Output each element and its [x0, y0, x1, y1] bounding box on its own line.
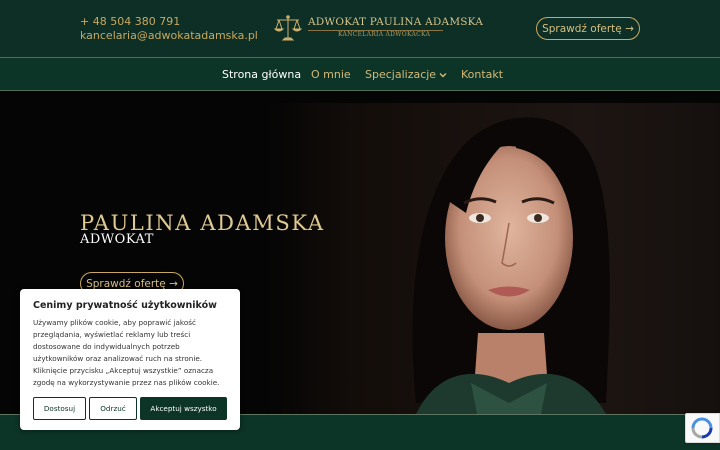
nav-item-specializations-label: Specjalizacje	[365, 68, 437, 81]
chevron-down-icon	[439, 73, 447, 78]
logo-title: ADWOKAT PAULINA ADAMSKA	[308, 16, 484, 28]
nav-item-home[interactable]: Strona główna	[222, 68, 301, 81]
site-logo[interactable]: ADWOKAT PAULINA ADAMSKA KANCELARIA ADWOK…	[272, 12, 483, 44]
main-navigation: Strona główna O mnie Specjalizacje Konta…	[0, 57, 720, 91]
portrait-illustration	[412, 117, 610, 414]
nav-item-specializations[interactable]: Specjalizacje	[365, 68, 447, 81]
logo-subtitle: KANCELARIA ADWOKACKA	[338, 31, 431, 38]
top-header: + 48 504 380 791 kancelaria@adwokatadams…	[0, 0, 720, 57]
cookie-reject-button[interactable]: Odrzuć	[89, 397, 137, 420]
lawyer-portrait-photo	[266, 103, 720, 414]
cookie-consent-dialog: Cenimy prywatność użytkowników Używamy p…	[20, 289, 240, 430]
scales-of-justice-icon	[273, 15, 303, 41]
cookie-title: Cenimy prywatność użytkowników	[33, 300, 217, 311]
offer-button-header[interactable]: Sprawdź ofertę →	[536, 17, 640, 40]
cookie-accept-all-button[interactable]: Akceptuj wszystko	[140, 397, 227, 420]
cookie-description: Używamy plików cookie, aby poprawić jako…	[33, 318, 220, 387]
cookie-customize-button[interactable]: Dostosuj	[33, 397, 86, 420]
phone-link[interactable]: + 48 504 380 791	[80, 15, 258, 29]
nav-item-about[interactable]: O mnie	[311, 68, 351, 81]
email-link[interactable]: kancelaria@adwokatadamska.pl	[80, 29, 258, 43]
nav-item-contact[interactable]: Kontakt	[461, 68, 503, 81]
hero-role: ADWOKAT	[80, 232, 154, 247]
contact-info: + 48 504 380 791 kancelaria@adwokatadams…	[80, 15, 258, 43]
recaptcha-badge[interactable]	[685, 413, 720, 443]
recaptcha-icon	[691, 417, 713, 439]
